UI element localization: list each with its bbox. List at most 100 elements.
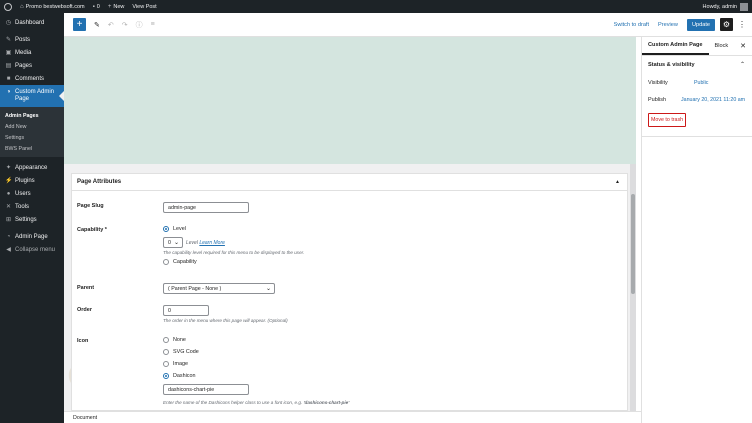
- radio-label: Image: [173, 361, 188, 367]
- parent-select[interactable]: ( Parent Page - None ) ⌄: [163, 283, 275, 294]
- plus-icon: +: [107, 3, 112, 10]
- tab-document[interactable]: Custom Admin Page: [642, 37, 709, 55]
- switch-to-draft-button[interactable]: Switch to draft: [614, 22, 649, 28]
- avatar: [740, 2, 748, 11]
- sidebar-item-label: Tools: [15, 203, 30, 210]
- view-post-label: View Post: [132, 3, 157, 10]
- radio-label: None: [173, 337, 186, 343]
- status-visibility-title[interactable]: Status & visibility: [648, 62, 695, 68]
- home-icon: ⌂: [20, 3, 24, 10]
- undo-icon[interactable]: ↶: [108, 21, 114, 29]
- redo-icon[interactable]: ↷: [122, 21, 128, 29]
- sidebar-item-users[interactable]: ● Users: [0, 187, 64, 200]
- sidebar-item-appearance[interactable]: ✦ Appearance: [0, 161, 64, 174]
- sidebar-item-comments[interactable]: ■ Comments: [0, 72, 64, 85]
- update-button[interactable]: Update: [686, 18, 715, 31]
- media-icon: ▣: [5, 50, 12, 56]
- comment-icon: ▪: [92, 3, 95, 10]
- more-options-icon[interactable]: ⋮: [738, 20, 746, 29]
- sidebar-item-label: Posts: [15, 36, 31, 43]
- sidebar-item-tools[interactable]: ✕ Tools: [0, 200, 64, 213]
- sidebar-item-plugins[interactable]: ⚡ Plugins: [0, 174, 64, 187]
- admin-sidebar: ◷ Dashboard ✎ Posts ▣ Media ▤ Pages ■ Comment…: [0, 13, 64, 423]
- dashboard-icon: ◷: [5, 20, 12, 26]
- sidebar-item-label: Pages: [15, 62, 33, 69]
- submenu-item-admin-pages[interactable]: Admin Pages: [0, 110, 64, 121]
- dashicon-input[interactable]: dashicons-chart-pie: [163, 384, 249, 395]
- sidebar-item-label: Admin Page: [15, 233, 48, 240]
- capability-capability-radio[interactable]: Capability: [163, 259, 197, 265]
- page-slug-input[interactable]: admin-page: [163, 202, 249, 213]
- sidebar-item-pages[interactable]: ▤ Pages: [0, 59, 64, 72]
- tab-block[interactable]: Block: [709, 37, 735, 55]
- sidebar-item-dashboard[interactable]: ◷ Dashboard: [0, 16, 64, 29]
- icon-dashicon-radio[interactable]: Dashicon: [163, 373, 195, 379]
- radio-checked: [163, 226, 169, 232]
- sidebar-item-settings[interactable]: ⊞ Settings: [0, 213, 64, 226]
- tools-pencil-icon[interactable]: ✎: [94, 21, 100, 29]
- add-block-button[interactable]: +: [73, 18, 86, 31]
- publish-date-toggle[interactable]: January 20, 2021 11:20 am: [681, 97, 745, 103]
- icon-none-radio[interactable]: None: [163, 337, 186, 343]
- comments-icon: ■: [6, 75, 11, 82]
- submenu-item-settings[interactable]: Settings: [0, 132, 64, 143]
- move-to-trash-button[interactable]: Move to trash: [648, 113, 687, 127]
- collapse-up-icon[interactable]: ▲: [615, 179, 620, 185]
- status-visibility-panel: Status & visibility ⌃ Visibility Public …: [642, 56, 752, 137]
- settings-sidebar: Custom Admin Page Block ✕ Status & visib…: [641, 37, 752, 423]
- account-menu[interactable]: Howdy, admin: [699, 0, 752, 13]
- sidebar-item-media[interactable]: ▣ Media: [0, 46, 64, 59]
- scroll-thumb[interactable]: [631, 194, 635, 294]
- level-select[interactable]: 0 ⌄: [163, 237, 183, 248]
- collapse-menu-button[interactable]: ◀ Collapse menu: [0, 243, 64, 256]
- level-text-label: Level: [186, 240, 198, 246]
- comments-link[interactable]: ▪ 0: [89, 0, 104, 13]
- editor-footer: Document: [64, 411, 641, 423]
- capability-help-text: The capability level required for this m…: [163, 250, 305, 255]
- metabox-header[interactable]: Page Attributes ▲: [72, 174, 627, 191]
- parent-label: Parent: [77, 285, 95, 291]
- view-post-link[interactable]: View Post: [128, 0, 160, 13]
- chevron-down-icon: ⌄: [265, 286, 271, 292]
- wordpress-logo-icon[interactable]: [0, 0, 16, 13]
- pages-icon: ▤: [5, 63, 12, 69]
- radio-label: Capability: [173, 259, 197, 265]
- learn-more-link[interactable]: Learn More: [199, 240, 225, 246]
- submenu-item-bws-panel[interactable]: BWS Panel: [0, 143, 64, 154]
- preview-button[interactable]: Preview: [658, 22, 678, 28]
- page-attributes-metabox: Page Attributes ▲ Page Slug admin-page C…: [71, 173, 628, 411]
- icon-svg-code-radio[interactable]: SVG Code: [163, 349, 199, 355]
- sidebar-item-label: Custom Admin Page: [15, 89, 55, 102]
- radio-unchecked: [163, 349, 169, 355]
- parent-select-value: ( Parent Page - None ): [168, 286, 222, 292]
- info-icon[interactable]: ⓘ: [136, 20, 143, 30]
- site-name-link[interactable]: ⌂ Promo bestwebsoft.com: [16, 0, 89, 13]
- order-help-text: The order in the menu where this page wi…: [163, 318, 288, 323]
- breadcrumb[interactable]: Document: [73, 415, 97, 421]
- sidebar-item-custom-admin-page[interactable]: ◑ Custom Admin Page: [0, 85, 64, 107]
- radio-unchecked: [163, 361, 169, 367]
- collapse-icon: ◀: [6, 247, 11, 253]
- metabox-title: Page Attributes: [77, 179, 122, 185]
- gear-icon: ⚙: [722, 20, 731, 29]
- new-content-link[interactable]: + New: [104, 0, 129, 13]
- metabox-scrollbar[interactable]: [630, 164, 636, 411]
- chart-pie-icon: ◔: [6, 233, 11, 240]
- visibility-toggle[interactable]: Public: [694, 80, 708, 86]
- order-input[interactable]: 0: [163, 305, 209, 316]
- list-view-icon[interactable]: ≡: [151, 21, 155, 28]
- sidebar-item-label: Appearance: [15, 164, 48, 171]
- panel-tabs: Custom Admin Page Block ✕: [642, 37, 752, 56]
- radio-label: Level: [173, 226, 186, 232]
- sidebar-item-admin-page[interactable]: ◔ Admin Page: [0, 230, 64, 243]
- chevron-up-icon[interactable]: ⌃: [740, 61, 745, 68]
- settings-icon: ⊞: [5, 217, 12, 223]
- admin-page-icon: ◑: [6, 89, 11, 95]
- icon-image-radio[interactable]: Image: [163, 361, 188, 367]
- settings-toggle-button[interactable]: ⚙: [720, 18, 733, 31]
- content-area[interactable]: [64, 37, 636, 164]
- submenu-item-add-new[interactable]: Add New: [0, 121, 64, 132]
- capability-level-radio[interactable]: Level: [163, 226, 186, 232]
- sidebar-item-posts[interactable]: ✎ Posts: [0, 33, 64, 46]
- close-icon[interactable]: ✕: [740, 42, 746, 50]
